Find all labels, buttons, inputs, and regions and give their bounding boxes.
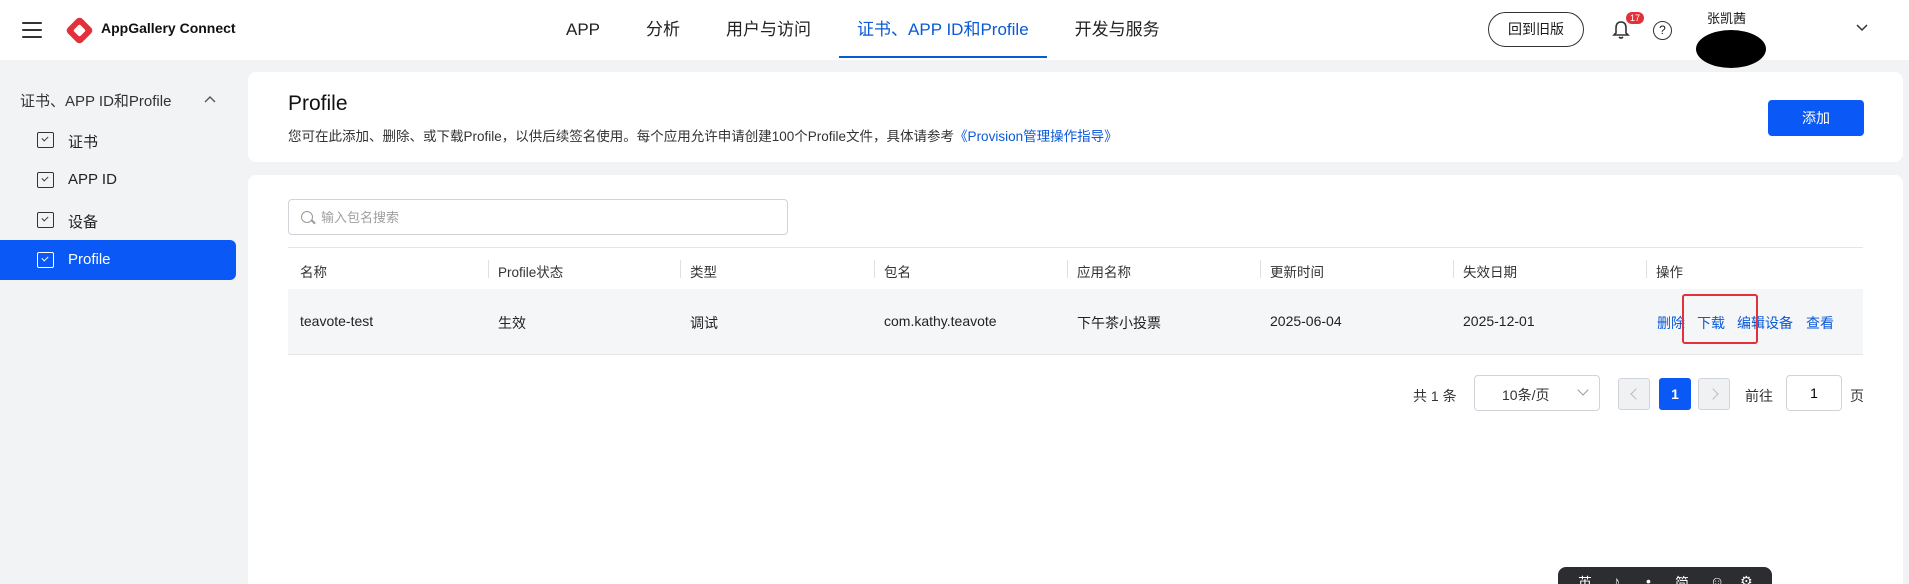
certificate-icon: [37, 132, 54, 148]
chevron-up-icon[interactable]: [204, 95, 216, 105]
chevron-right-icon: [1707, 388, 1719, 400]
page-header-card: Profile 您可在此添加、删除、或下载Profile，以供后续签名使用。每个…: [248, 72, 1903, 162]
profile-icon: [37, 252, 54, 268]
ime-toolbar: 英 ♪ • 简 ☺ ⚙: [1558, 567, 1772, 584]
add-button[interactable]: 添加: [1768, 100, 1864, 136]
menu-icon[interactable]: [22, 22, 42, 38]
sidebar-item-app-id[interactable]: APP ID: [0, 160, 236, 200]
ime-settings-icon[interactable]: ⚙: [1740, 573, 1753, 584]
profile-table-card: 名称 Profile状态 类型 包名 应用名称 更新时间 失效日期 操作 tea…: [248, 175, 1903, 584]
cell-expires: 2025-12-01: [1463, 313, 1535, 329]
nav-app[interactable]: APP: [548, 0, 618, 60]
top-bar: AppGallery Connect APP 分析 用户与访问 证书、APP I…: [0, 0, 1909, 68]
column-header-expires: 失效日期: [1463, 265, 1517, 280]
table-row: teavote-test 生效 调试 com.kathy.teavote 下午茶…: [288, 289, 1863, 355]
chevron-down-icon[interactable]: [1856, 22, 1868, 34]
cell-type: 调试: [690, 315, 718, 331]
column-divider: [680, 260, 681, 278]
column-header-actions: 操作: [1656, 265, 1683, 280]
cell-updated: 2025-06-04: [1270, 313, 1342, 329]
sidebar-item-certificates[interactable]: 证书: [0, 120, 236, 160]
sidebar-item-profile[interactable]: Profile: [0, 240, 236, 280]
goto-unit: 页: [1850, 388, 1864, 404]
column-header-package: 包名: [884, 265, 911, 280]
sidebar: 证书、APP ID和Profile 证书 APP ID 设备 Profile: [0, 60, 244, 584]
sidebar-item-label: 证书: [68, 134, 99, 151]
sidebar-item-devices[interactable]: 设备: [0, 200, 236, 240]
total-count: 共 1 条: [1413, 388, 1457, 404]
column-divider: [1067, 260, 1068, 278]
table-header: 名称 Profile状态 类型 包名 应用名称 更新时间 失效日期 操作: [288, 247, 1863, 289]
avatar[interactable]: [1696, 30, 1766, 68]
column-header-type: 类型: [690, 265, 717, 280]
page-title: Profile: [288, 92, 348, 115]
column-header-app-name: 应用名称: [1077, 265, 1131, 280]
provision-guide-link[interactable]: 《Provision管理操作指导》: [954, 129, 1118, 144]
chevron-down-icon: [1577, 384, 1589, 396]
prev-page-button[interactable]: [1618, 378, 1650, 410]
nav-dev-services[interactable]: 开发与服务: [1057, 0, 1178, 60]
column-header-name: 名称: [300, 265, 327, 280]
column-divider: [874, 260, 875, 278]
column-divider: [488, 260, 489, 278]
download-highlight-box: [1682, 294, 1758, 344]
bell-icon[interactable]: [1612, 20, 1630, 40]
sidebar-item-label: APP ID: [68, 171, 117, 188]
cell-package: com.kathy.teavote: [884, 313, 997, 329]
cell-status: 生效: [498, 315, 526, 331]
ime-punctuation-icon[interactable]: •: [1646, 573, 1651, 584]
current-page-button[interactable]: 1: [1659, 378, 1691, 410]
back-to-old-version-button[interactable]: 回到旧版: [1488, 12, 1584, 47]
chevron-left-icon: [1630, 388, 1642, 400]
username: 张凯茜: [1707, 11, 1747, 26]
ime-moon-icon[interactable]: ♪: [1613, 573, 1620, 584]
ime-simplified-toggle[interactable]: 简: [1675, 573, 1689, 584]
page-description: 您可在此添加、删除、或下载Profile，以供后续签名使用。每个应用允许申请创建…: [288, 125, 1118, 145]
goto-page-input[interactable]: [1786, 375, 1842, 411]
sidebar-item-label: Profile: [68, 251, 111, 268]
device-icon: [37, 212, 54, 228]
search-icon: [301, 211, 313, 223]
ime-language-toggle[interactable]: 英: [1578, 573, 1592, 584]
nav-analytics[interactable]: 分析: [628, 0, 698, 60]
column-divider: [1260, 260, 1261, 278]
cell-app-name: 下午茶小投票: [1077, 315, 1161, 331]
cell-name: teavote-test: [300, 313, 374, 329]
column-divider: [1453, 260, 1454, 278]
nav-certificates[interactable]: 证书、APP ID和Profile: [839, 0, 1047, 60]
app-id-icon: [37, 172, 54, 188]
search-box: [288, 199, 788, 235]
sidebar-group-label[interactable]: 证书、APP ID和Profile: [20, 90, 171, 111]
column-header-updated: 更新时间: [1270, 265, 1324, 280]
nav-users-access[interactable]: 用户与访问: [708, 0, 829, 60]
main-nav: APP 分析 用户与访问 证书、APP ID和Profile 开发与服务: [548, 0, 1188, 60]
appgallery-logo-icon: [65, 16, 94, 45]
sidebar-item-label: 设备: [68, 214, 99, 231]
delete-link[interactable]: 删除: [1657, 313, 1685, 333]
page-size-value: 10条/页: [1502, 387, 1550, 403]
next-page-button[interactable]: [1698, 378, 1730, 410]
profile-table: 名称 Profile状态 类型 包名 应用名称 更新时间 失效日期 操作 tea…: [288, 247, 1863, 355]
column-header-status: Profile状态: [498, 265, 564, 280]
ime-emoji-icon[interactable]: ☺: [1710, 573, 1724, 584]
page-description-text: 您可在此添加、删除、或下载Profile，以供后续签名使用。每个应用允许申请创建…: [288, 129, 955, 144]
search-input[interactable]: [321, 200, 781, 234]
notification-badge: 17: [1626, 12, 1644, 24]
goto-label: 前往: [1745, 388, 1773, 404]
page-size-select[interactable]: 10条/页: [1474, 375, 1600, 411]
brand-name: AppGallery Connect: [101, 20, 236, 36]
column-divider: [1646, 260, 1647, 278]
view-link[interactable]: 查看: [1806, 313, 1834, 333]
help-icon[interactable]: ?: [1653, 21, 1672, 40]
